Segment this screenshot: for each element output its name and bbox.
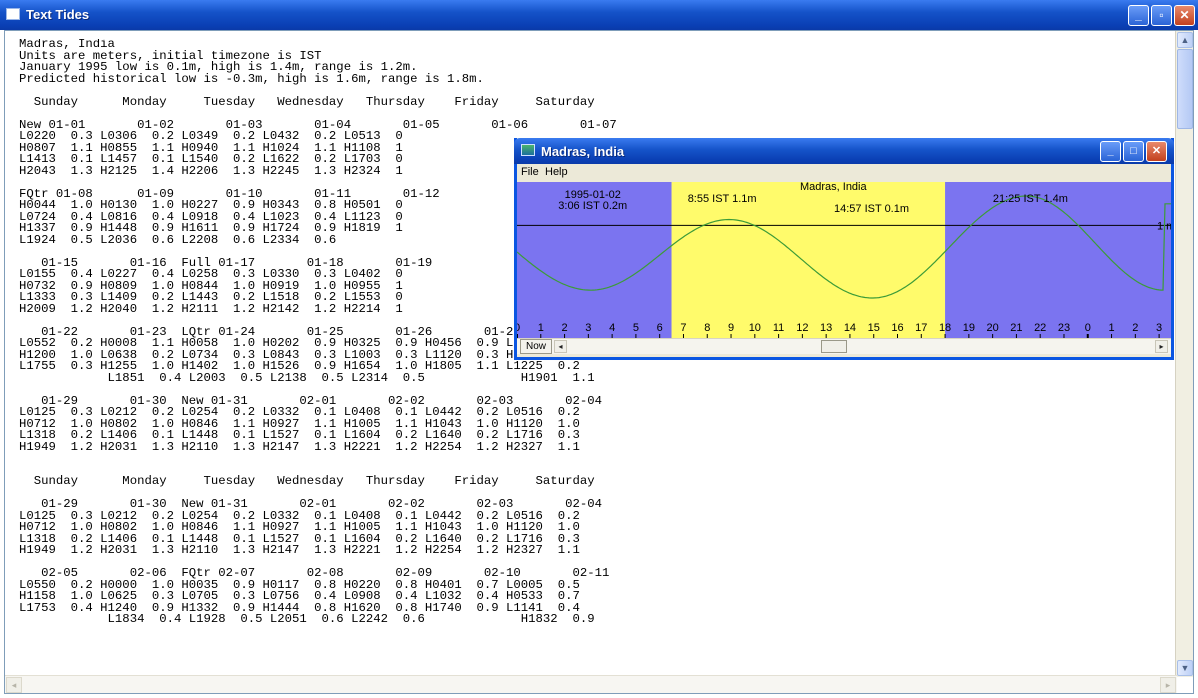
extremum-label: 21:25 IST 1.4m xyxy=(993,193,1068,205)
hour-tick-label: 3 xyxy=(585,322,591,334)
hour-tick-label: 5 xyxy=(633,322,639,334)
hour-tick-label: 3 xyxy=(1156,322,1162,334)
now-button[interactable]: Now xyxy=(520,339,552,354)
hour-tick-label: 6 xyxy=(657,322,663,334)
hour-tick-label: 4 xyxy=(609,322,615,334)
time-scroll-left-icon[interactable]: ◂ xyxy=(554,340,567,353)
vertical-scrollbar[interactable]: ▲ ▼ xyxy=(1175,31,1193,677)
window-title: Text Tides xyxy=(26,7,90,22)
hour-tick-label: 12 xyxy=(796,322,808,334)
hour-tick-label: 19 xyxy=(963,322,975,334)
scroll-up-icon[interactable]: ▲ xyxy=(1177,32,1193,48)
popup-close-button[interactable]: ✕ xyxy=(1146,141,1167,162)
hour-tick-label: 18 xyxy=(939,322,951,334)
hour-tick-label: 23 xyxy=(1058,322,1070,334)
hour-tick-label: 0 xyxy=(517,322,520,334)
hour-tick-label: 2 xyxy=(562,322,568,334)
time-scroll-right-icon[interactable]: ▸ xyxy=(1155,340,1168,353)
menu-file[interactable]: File xyxy=(521,166,539,178)
hour-tick-label: 14 xyxy=(844,322,856,334)
popup-menu-bar: File Help xyxy=(517,164,1171,182)
hour-tick-label: 11 xyxy=(773,322,784,334)
extremum-label: 3:06 IST 0.2m xyxy=(558,200,627,212)
popup-title: Madras, India xyxy=(541,144,625,159)
main-title-bar[interactable]: Text Tides _ ▫ ✕ xyxy=(0,0,1198,30)
hour-tick-label: 20 xyxy=(987,322,999,334)
hour-tick-label: 9 xyxy=(728,322,734,334)
hour-tick-label: 1 xyxy=(1108,322,1114,334)
hour-tick-label: 21 xyxy=(1010,322,1022,334)
maximize-button[interactable]: ▫ xyxy=(1151,5,1172,26)
hour-tick-label: 1 xyxy=(538,322,544,334)
popup-title-bar[interactable]: Madras, India _ □ ✕ xyxy=(514,138,1174,164)
horizontal-scrollbar[interactable]: ◂ ▸ xyxy=(5,675,1177,693)
text-view[interactable]: Madras, India Units are meters, initial … xyxy=(4,30,1194,694)
hour-tick-label: 17 xyxy=(915,322,927,334)
time-scrollbar[interactable]: Now ◂ ▸ xyxy=(517,338,1171,354)
minimize-button[interactable]: _ xyxy=(1128,5,1149,26)
tide-chart: 1 m 1995-01-02Madras, India3:06 IST 0.2m… xyxy=(517,182,1171,338)
scroll-down-icon[interactable]: ▼ xyxy=(1177,660,1193,676)
scroll-right-icon[interactable]: ▸ xyxy=(1160,677,1176,693)
hour-tick-label: 2 xyxy=(1132,322,1138,334)
night-band xyxy=(945,182,1171,338)
close-button[interactable]: ✕ xyxy=(1174,5,1195,26)
extremum-label: 8:55 IST 1.1m xyxy=(688,193,757,205)
tide-graph-icon xyxy=(521,144,535,156)
hour-tick-label: 16 xyxy=(891,322,903,334)
hour-tick-label: 7 xyxy=(680,322,686,334)
hour-tick-label: 13 xyxy=(820,322,832,334)
hour-tick-label: 22 xyxy=(1034,322,1046,334)
scroll-left-icon[interactable]: ◂ xyxy=(6,677,22,693)
popup-minimize-button[interactable]: _ xyxy=(1100,141,1121,162)
hour-tick-label: 0 xyxy=(1085,322,1091,334)
tide-graph-window[interactable]: Madras, India _ □ ✕ File Help 1 m 1995-0… xyxy=(514,138,1174,360)
extremum-label: 14:57 IST 0.1m xyxy=(834,203,909,215)
time-scroll-thumb[interactable] xyxy=(821,340,847,353)
scroll-thumb[interactable] xyxy=(1177,49,1193,129)
popup-maximize-button[interactable]: □ xyxy=(1123,141,1144,162)
hour-tick-label: 10 xyxy=(749,322,761,334)
hour-tick-label: 15 xyxy=(868,322,880,334)
menu-help[interactable]: Help xyxy=(545,166,568,178)
chart-title: Madras, India xyxy=(800,182,868,193)
app-icon xyxy=(6,8,20,20)
hour-tick-label: 8 xyxy=(704,322,710,334)
